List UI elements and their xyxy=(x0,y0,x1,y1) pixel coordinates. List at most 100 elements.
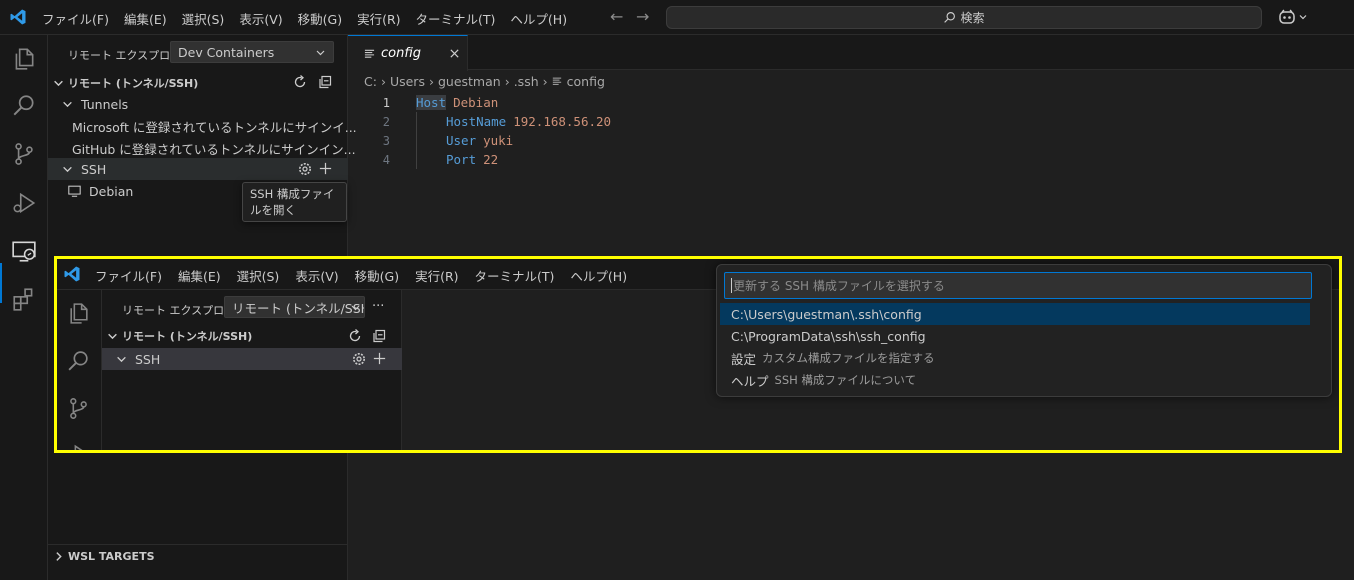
chevron-down-icon xyxy=(1299,15,1307,20)
breadcrumb: C: › Users › guestman › .ssh › config xyxy=(364,73,605,89)
tunnels-node[interactable]: Tunnels xyxy=(48,93,348,115)
breadcrumb-item[interactable]: config xyxy=(567,74,605,89)
more-actions-icon[interactable]: ··· xyxy=(372,299,384,314)
code-value: 192.168.56.20 xyxy=(513,114,612,129)
ssh-label: SSH xyxy=(81,161,107,177)
menu-help[interactable]: ヘルプ(H) xyxy=(570,266,627,285)
menu-help[interactable]: ヘルプ(H) xyxy=(510,9,567,28)
tunnel-signin-github[interactable]: GitHub に登録されているトンネルにサインイン... xyxy=(48,137,356,159)
breadcrumb-separator: › xyxy=(428,73,434,89)
copilot-button[interactable] xyxy=(1278,8,1308,26)
code-value: 22 xyxy=(483,152,499,167)
breadcrumb-item[interactable]: Users xyxy=(390,74,425,89)
inset-sidebar: リモート エクスプローラー リモート (トンネル/SSH ··· リモート (ト… xyxy=(102,290,402,450)
forward-arrow-icon[interactable]: → xyxy=(636,7,649,26)
explorer-select[interactable]: リモート (トンネル/SSH xyxy=(224,296,365,318)
section-title: リモート (トンネル/SSH) xyxy=(122,330,253,343)
explorer-select[interactable]: Dev Containers xyxy=(170,41,334,63)
chevron-down-icon xyxy=(316,50,325,56)
refresh-icon[interactable] xyxy=(347,328,363,344)
chevron-right-icon xyxy=(56,551,62,561)
menu-go[interactable]: 移動(G) xyxy=(298,9,342,28)
command-center-search[interactable]: 検索 xyxy=(666,6,1262,29)
file-lines-icon xyxy=(552,77,561,85)
quick-pick-item[interactable]: ヘルプ SSH 構成ファイルについて xyxy=(720,369,1310,391)
breadcrumb-item[interactable]: guestman xyxy=(438,74,501,89)
menu-terminal[interactable]: ターミナル(T) xyxy=(416,9,496,28)
section-title: リモート (トンネル/SSH) xyxy=(68,77,199,90)
remote-explorer-icon[interactable] xyxy=(11,238,37,264)
menu-file[interactable]: ファイル(F) xyxy=(42,9,109,28)
breadcrumb-item[interactable]: .ssh xyxy=(514,74,539,89)
quick-pick-item-desc: カスタム構成ファイルを指定する xyxy=(762,351,935,365)
menu-view[interactable]: 表示(V) xyxy=(239,9,282,28)
tunnel-signin-microsoft[interactable]: Microsoft に登録されているトンネルにサインイ... xyxy=(48,115,357,137)
chevron-down-icon xyxy=(63,101,72,107)
add-icon[interactable] xyxy=(318,161,333,176)
collapse-all-icon[interactable] xyxy=(317,74,333,90)
source-control-icon[interactable] xyxy=(11,141,37,167)
code-editor[interactable]: 1 Host Debian 2 HostName 192.168.56.20 3… xyxy=(366,93,1346,183)
breadcrumb-separator: › xyxy=(542,73,548,89)
search-label: 検索 xyxy=(960,11,985,25)
menu-file[interactable]: ファイル(F) xyxy=(95,266,162,285)
search-icon[interactable] xyxy=(11,93,37,119)
quick-pick-item-label: C:\ProgramData\ssh\ssh_config xyxy=(731,328,926,344)
menu-edit[interactable]: 編集(E) xyxy=(178,266,221,285)
wsl-title: WSL TARGETS xyxy=(68,549,155,563)
tunnels-label: Tunnels xyxy=(81,96,129,112)
extensions-icon[interactable] xyxy=(11,286,37,312)
chevron-down-icon xyxy=(54,80,63,86)
menu-selection[interactable]: 選択(S) xyxy=(237,266,280,285)
quick-pick: 更新する SSH 構成ファイルを選択する C:\Users\guestman\.… xyxy=(716,264,1332,397)
menu-go[interactable]: 移動(G) xyxy=(355,266,399,285)
menu-terminal[interactable]: ターミナル(T) xyxy=(475,266,555,285)
text-cursor xyxy=(731,278,732,293)
breadcrumb-item[interactable]: C: xyxy=(364,74,377,89)
gear-icon[interactable] xyxy=(297,161,313,177)
source-control-icon[interactable] xyxy=(66,396,91,421)
tabs-bar xyxy=(348,35,1354,70)
quick-pick-item[interactable]: 設定 カスタム構成ファイルを指定する xyxy=(720,347,1310,369)
menu-run[interactable]: 実行(R) xyxy=(357,9,400,28)
line-number: 4 xyxy=(382,152,390,167)
wsl-section-header[interactable]: WSL TARGETS xyxy=(48,545,348,567)
copilot-icon xyxy=(1279,9,1295,24)
inset-activity-bar xyxy=(57,290,102,450)
menu-selection[interactable]: 選択(S) xyxy=(182,9,225,28)
explorer-icon[interactable] xyxy=(66,301,91,326)
menu-bar: ファイル(F) 編集(E) 選択(S) 表示(V) 移動(G) 実行(R) ター… xyxy=(42,9,582,28)
run-debug-icon[interactable] xyxy=(11,190,37,216)
monitor-icon xyxy=(68,185,81,197)
chevron-down-icon xyxy=(117,356,126,362)
file-lines-icon xyxy=(364,49,375,58)
code-value: yuki xyxy=(483,133,514,148)
collapse-all-icon[interactable] xyxy=(371,328,387,344)
quick-pick-input[interactable]: 更新する SSH 構成ファイルを選択する xyxy=(724,272,1312,299)
ssh-host-label: Debian xyxy=(89,183,134,199)
code-keyword: User xyxy=(446,133,477,148)
chevron-down-icon xyxy=(351,305,360,311)
inset-menu-bar: ファイル(F) 編集(E) 選択(S) 表示(V) 移動(G) 実行(R) ター… xyxy=(95,266,643,285)
search-icon[interactable] xyxy=(66,349,91,374)
vscode-logo-icon xyxy=(64,266,80,282)
explorer-icon[interactable] xyxy=(11,46,37,72)
explorer-select-value: リモート (トンネル/SSH xyxy=(232,300,365,316)
vscode-logo-icon xyxy=(10,9,26,25)
quick-pick-item-label: ヘルプ xyxy=(731,373,769,389)
back-arrow-icon[interactable]: ← xyxy=(610,7,623,26)
menu-run[interactable]: 実行(R) xyxy=(415,266,458,285)
menu-view[interactable]: 表示(V) xyxy=(295,266,338,285)
tooltip-open-ssh-config: SSH 構成ファイルを開く xyxy=(242,182,347,222)
quick-pick-item[interactable]: C:\ProgramData\ssh\ssh_config xyxy=(720,325,1310,347)
add-icon[interactable] xyxy=(372,351,387,366)
close-icon[interactable] xyxy=(449,48,460,59)
tab-config[interactable]: config xyxy=(348,35,468,71)
chevron-down-icon xyxy=(108,333,117,339)
quick-pick-item[interactable]: C:\Users\guestman\.ssh\config xyxy=(720,303,1310,325)
menu-edit[interactable]: 編集(E) xyxy=(124,9,167,28)
gear-icon[interactable] xyxy=(351,351,367,367)
refresh-icon[interactable] xyxy=(292,74,308,90)
indent-guide xyxy=(416,112,417,169)
run-debug-icon[interactable] xyxy=(66,442,91,453)
